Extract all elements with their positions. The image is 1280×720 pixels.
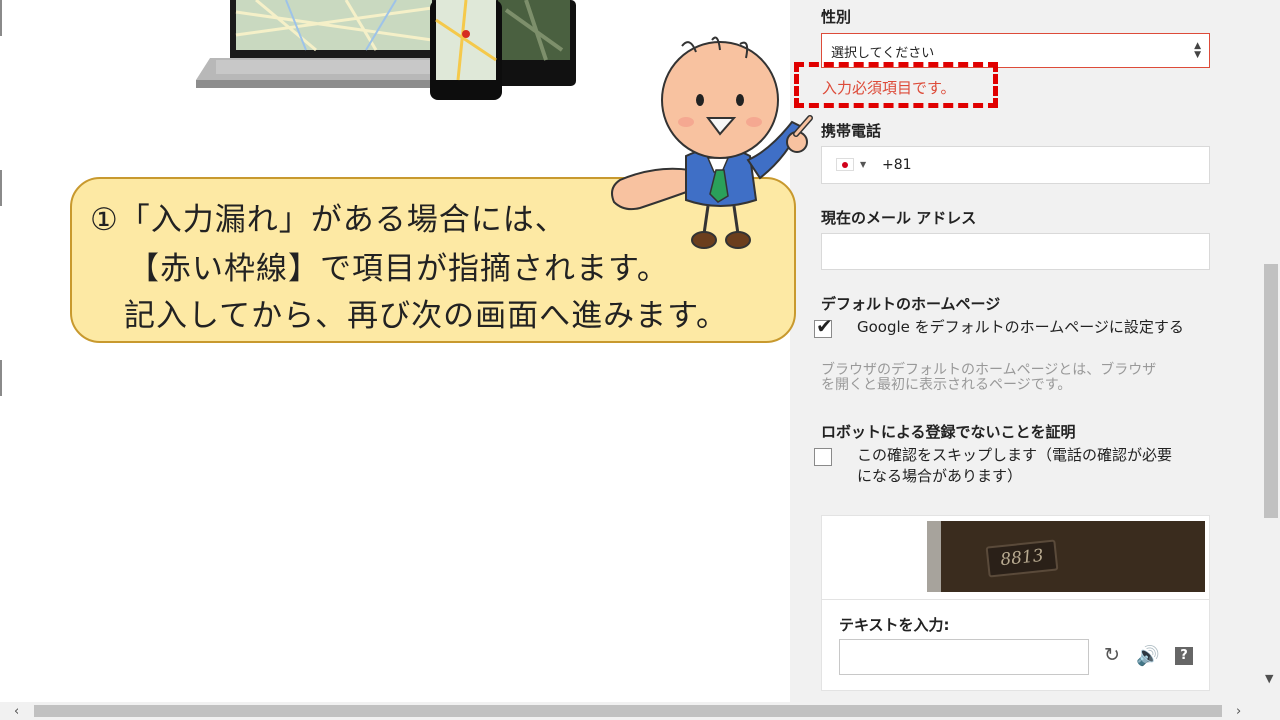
phone-label: 携帯電話: [821, 122, 882, 140]
homepage-label: デフォルトのホームページ: [821, 295, 1001, 313]
scroll-left-icon[interactable]: ‹: [14, 704, 19, 719]
captcha-input-label: テキストを入力:: [839, 616, 950, 634]
skip-verification-checkbox[interactable]: [814, 448, 832, 466]
skip-verification-line1: この確認をスキップします（電話の確認が必要: [857, 446, 1173, 464]
refresh-icon[interactable]: ↻: [1104, 644, 1120, 666]
horizontal-scroll-thumb[interactable]: [34, 705, 1222, 717]
captcha-box: 8813 テキストを入力: ↻ 🔊 ?: [821, 515, 1210, 691]
callout-line3: 記入してから、再び次の画面へ進みます。: [124, 298, 728, 334]
homepage-hint-line1: ブラウザのデフォルトのホームページとは、ブラウザ: [821, 362, 1157, 378]
skip-verification-line2: になる場合があります）: [857, 467, 1023, 485]
phone-country-code: +81: [882, 157, 912, 173]
homepage-hint: ブラウザのデフォルトのホームページとは、ブラウザ を開くと最初に表示されるページ…: [821, 363, 1213, 393]
email-field[interactable]: [821, 233, 1210, 270]
help-icon[interactable]: ?: [1175, 647, 1193, 665]
vertical-scrollbar[interactable]: ▼: [1262, 0, 1280, 702]
captcha-input[interactable]: [839, 639, 1089, 675]
horizontal-scrollbar[interactable]: ‹ ›: [0, 702, 1280, 720]
scroll-right-icon[interactable]: ›: [1236, 704, 1241, 719]
email-label: 現在のメール アドレス: [821, 209, 977, 227]
audio-icon[interactable]: 🔊: [1136, 644, 1160, 667]
devices-illustration: [196, 0, 576, 100]
select-arrows-icon: ▲ ▼: [1194, 41, 1201, 60]
gender-label: 性別: [821, 8, 852, 26]
phone-input[interactable]: ▼ +81: [821, 146, 1210, 184]
country-dropdown-icon[interactable]: ▼: [860, 160, 866, 169]
callout-line2: 【赤い枠線】で項目が指摘されます。: [128, 251, 669, 287]
vertical-scroll-thumb[interactable]: [1264, 264, 1278, 518]
skip-verification-label[interactable]: この確認をスキップします（電話の確認が必要 になる場合があります）: [857, 445, 1172, 487]
captcha-image: 8813: [927, 521, 1205, 592]
mascot-character: [611, 36, 813, 249]
homepage-hint-line2: を開くと最初に表示されるページです。: [821, 377, 1072, 393]
captcha-image-text: 8813: [985, 539, 1059, 578]
homepage-checkbox-label[interactable]: Google をデフォルトのホームページに設定する: [857, 317, 1184, 338]
error-highlight-frame: [794, 62, 998, 108]
gender-select-value: 選択してください: [831, 46, 935, 61]
scroll-down-icon[interactable]: ▼: [1265, 672, 1273, 685]
left-edge: [0, 0, 2, 700]
checkmark-icon: ✔: [816, 314, 833, 338]
homepage-checkbox[interactable]: ✔: [814, 315, 833, 338]
robot-check-label: ロボットによる登録でないことを証明: [821, 423, 1076, 441]
callout-line1: ①「入力漏れ」がある場合には、: [90, 202, 567, 238]
japan-flag-icon[interactable]: [836, 158, 854, 171]
